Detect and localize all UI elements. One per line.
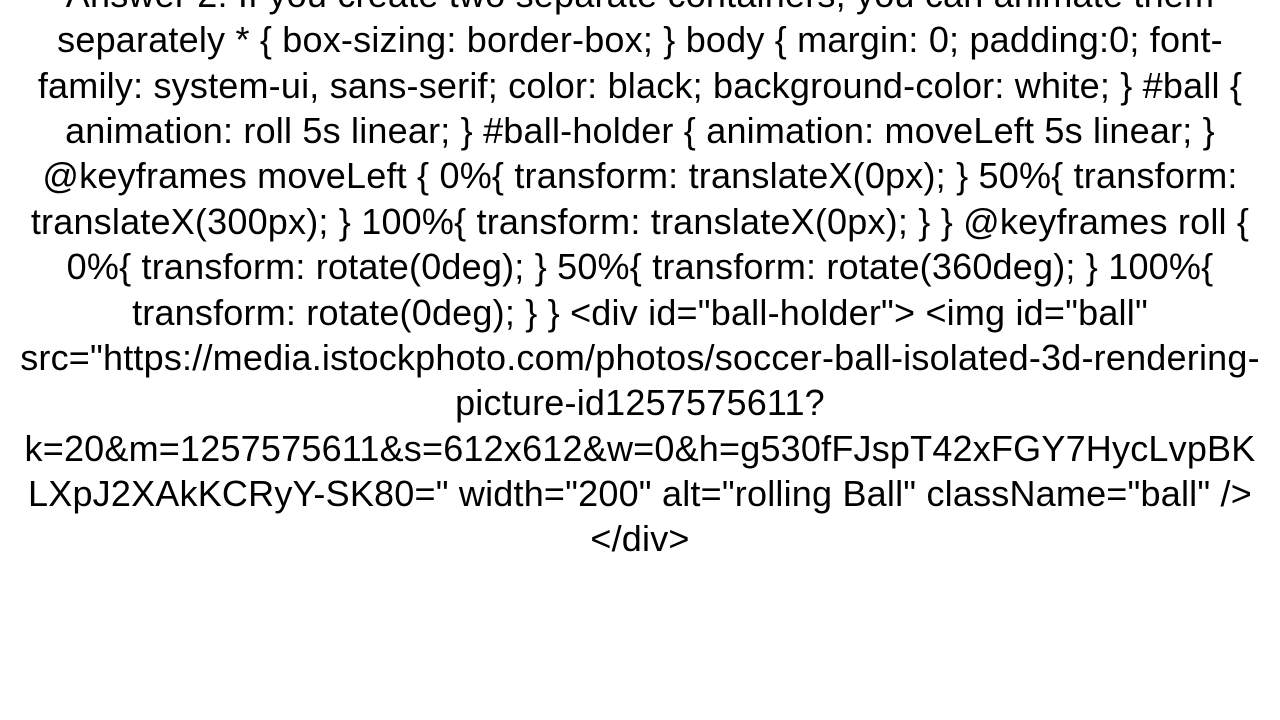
answer-text: Answer 2: If you create two separate con…: [20, 0, 1260, 562]
document-content: Answer 2: If you create two separate con…: [0, 0, 1280, 720]
